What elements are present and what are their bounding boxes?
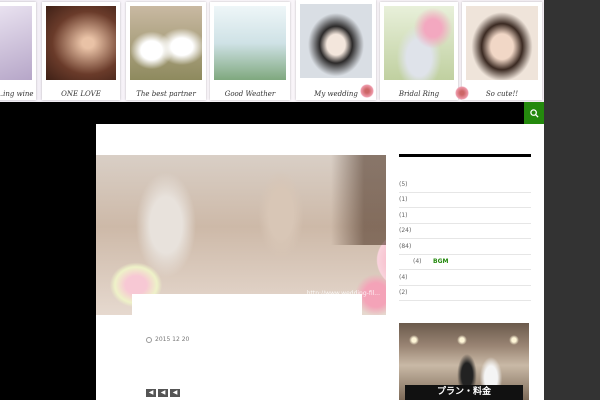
category-count: (5) <box>399 180 408 188</box>
category-item[interactable]: (24) <box>399 224 531 239</box>
plan-price-banner[interactable]: プラン・料金 <box>399 323 529 400</box>
lamp-decoration <box>457 335 467 345</box>
lamp-decoration <box>409 335 419 345</box>
category-count: (1) <box>399 196 408 204</box>
navigation-bar <box>0 102 524 124</box>
category-item[interactable]: (4) <box>399 270 531 286</box>
flower-decoration <box>360 84 374 98</box>
photo-image <box>130 6 202 80</box>
header-photo-1[interactable]: ...ing wine <box>0 2 36 100</box>
left-column <box>0 124 96 400</box>
photo-caption: ...ing wine <box>0 90 34 98</box>
photo-caption: ONE LOVE <box>61 90 101 98</box>
right-gutter <box>544 0 600 400</box>
post-pager: ◀ ◀ ◀ <box>146 389 180 397</box>
photo-caption: Bridal Ring <box>398 90 440 98</box>
header-photo-2[interactable]: ONE LOVE <box>42 2 120 100</box>
image-shadow <box>331 155 386 245</box>
plan-price-label: プラン・料金 <box>405 385 523 400</box>
entry-title-box <box>132 294 362 316</box>
post-date-text: 2015 12 20 <box>155 336 190 343</box>
header-photo-4[interactable]: Good Weather <box>210 2 290 100</box>
category-count: (4) <box>413 258 422 266</box>
category-label[interactable]: BGM <box>433 258 448 265</box>
category-count: (1) <box>399 211 408 219</box>
category-count: (24) <box>399 227 412 235</box>
header-banner: ...ing wine ONE LOVE The best partner Go… <box>0 0 544 102</box>
category-item[interactable]: (2) <box>399 286 531 301</box>
pager-prev-button[interactable]: ◀ <box>146 389 156 397</box>
clock-icon <box>146 336 152 343</box>
photo-image <box>46 6 116 80</box>
photo-image <box>0 6 32 80</box>
category-list: (5) (1) (1) (24) (84) (4) BGM (4) (2) <box>399 177 531 301</box>
header-photo-6[interactable]: Bridal Ring <box>380 2 458 100</box>
category-item[interactable]: (84) <box>399 239 531 255</box>
search-icon <box>529 108 539 118</box>
lamp-decoration <box>509 335 519 345</box>
category-count: (2) <box>399 289 408 297</box>
featured-image[interactable]: http://www.wedding-fil... <box>96 155 386 315</box>
category-item-bgm[interactable]: (4) BGM <box>399 255 531 270</box>
photo-image <box>384 6 454 80</box>
category-item[interactable]: (1) <box>399 208 531 224</box>
category-count: (84) <box>399 242 412 250</box>
sidebar-divider <box>399 154 531 157</box>
photo-caption: The best partner <box>136 90 196 98</box>
photo-image <box>466 6 538 80</box>
search-button[interactable] <box>524 102 544 124</box>
photo-image <box>300 4 372 78</box>
category-count: (4) <box>399 273 408 281</box>
post-date[interactable]: 2015 12 20 <box>146 336 189 343</box>
pager-prev-button[interactable]: ◀ <box>170 389 180 397</box>
photo-image <box>214 6 286 80</box>
category-item[interactable]: (1) <box>399 193 531 208</box>
photo-caption: So cute!! <box>485 90 519 98</box>
pager-prev-button[interactable]: ◀ <box>158 389 168 397</box>
flower-decoration <box>455 86 469 100</box>
header-photo-7[interactable]: So cute!! <box>462 2 542 100</box>
category-item[interactable]: (5) <box>399 177 531 193</box>
photo-caption: Good Weather <box>224 90 276 98</box>
header-photo-3[interactable]: The best partner <box>126 2 206 100</box>
